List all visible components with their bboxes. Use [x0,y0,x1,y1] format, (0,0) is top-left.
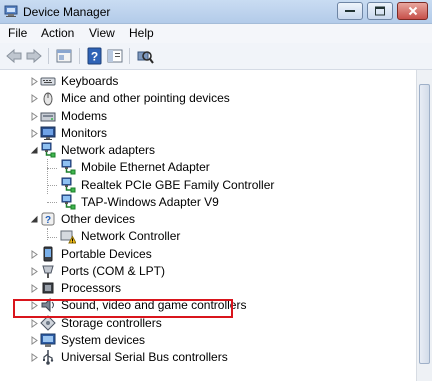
tree-item[interactable]: Realtek PCIe GBE Family Controller [0,177,410,194]
tree-item-label: Mobile Ethernet Adapter [81,160,210,175]
network-adapter-icon [61,159,76,175]
tree-item[interactable]: Portable Devices [0,246,410,263]
tree-item-label: System devices [61,332,146,347]
modem-icon [40,112,56,121]
menu-bar: File Action View Help [0,24,432,43]
expand-arrow-icon[interactable] [30,335,39,345]
monitor-icon [40,126,56,140]
highlight-box [13,299,233,318]
keyboard-icon [40,77,56,86]
tree-item-label: Ports (COM & LPT) [61,263,166,278]
tree-item-label: Network Controller [81,229,181,244]
minimize-button[interactable] [337,2,363,20]
properties-icon[interactable] [55,47,73,65]
close-icon [408,6,417,16]
tree-item[interactable]: Network adapters [0,142,410,159]
tree-item[interactable]: Ports (COM & LPT) [0,263,410,280]
tree-item[interactable]: Network Controller [0,228,410,245]
back-arrow-icon[interactable] [5,47,23,65]
menu-action[interactable]: Action [38,26,77,40]
svg-text:?: ? [91,50,98,64]
collapse-arrow-icon[interactable] [30,215,39,224]
tree-item-label: Monitors [61,125,108,140]
tree-item-label: Network adapters [61,143,156,157]
network-adapter-icon [61,194,76,210]
network-adapter-icon [41,142,56,158]
tree-item[interactable]: Monitors [0,125,410,142]
maximize-icon [375,6,385,16]
other-devices-icon: ? [41,212,55,226]
tree-item-label: TAP-Windows Adapter V9 [81,194,219,209]
tree-item[interactable]: System devices [0,332,410,349]
menu-file[interactable]: File [5,26,30,40]
menu-help[interactable]: Help [126,26,157,40]
show-hide-icon[interactable] [106,47,124,65]
tree-item[interactable]: Processors [0,280,410,297]
device-manager-app-icon [4,5,18,17]
svg-text:?: ? [45,215,51,226]
port-icon [42,265,54,278]
tree-item-label: Realtek PCIe GBE Family Controller [81,177,275,192]
device-tree: Keyboards Mice and other pointing devices… [0,70,416,381]
expand-arrow-icon[interactable] [30,249,39,259]
tree-item-label: Processors [61,281,122,295]
expand-arrow-icon[interactable] [30,128,39,138]
expand-arrow-icon[interactable] [30,111,39,121]
tree-item-label: Keyboards [61,74,119,88]
close-button[interactable] [397,2,428,20]
expand-arrow-icon[interactable] [30,94,39,104]
toolbar: ? [0,43,432,70]
title-bar: Device Manager [0,0,432,24]
minimize-icon [345,10,355,12]
tree-item[interactable]: Universal Serial Bus controllers [0,349,410,366]
tree-item-label: Universal Serial Bus controllers [61,350,228,364]
tree-item[interactable]: Modems [0,108,410,125]
tree-item-label: Modems [61,108,108,123]
tree-item-label: Portable Devices [61,246,152,261]
system-devices-icon [40,333,56,347]
help-icon[interactable]: ? [86,47,104,65]
tree-item[interactable]: Mobile Ethernet Adapter [0,159,410,176]
processor-icon [42,282,54,294]
usb-icon [43,350,54,365]
vertical-scrollbar[interactable] [416,70,432,381]
collapse-arrow-icon[interactable] [30,146,39,155]
expand-arrow-icon[interactable] [30,318,39,328]
warning-device-icon [60,230,76,244]
forward-arrow-icon[interactable] [25,47,43,65]
tree-item[interactable]: Mice and other pointing devices [0,90,410,107]
expand-arrow-icon[interactable] [30,353,39,362]
menu-view[interactable]: View [86,26,118,40]
mouse-icon [43,92,53,106]
expand-arrow-icon[interactable] [30,77,39,86]
tree-item-label: Other devices [61,212,136,226]
tree-item[interactable]: TAP-Windows Adapter V9 [0,194,410,211]
tree-item[interactable]: Keyboards [0,73,410,90]
expand-arrow-icon[interactable] [30,284,39,293]
portable-device-icon [43,246,53,261]
toolbar-separator [79,48,80,64]
tree-item[interactable]: ? Other devices [0,211,410,228]
scrollbar-thumb[interactable] [419,84,430,364]
toolbar-separator [129,48,130,64]
expand-arrow-icon[interactable] [30,266,39,276]
tree-item-label: Mice and other pointing devices [61,91,230,106]
window-title: Device Manager [23,5,111,19]
network-adapter-icon [61,177,76,192]
maximize-button[interactable] [367,2,393,20]
toolbar-separator [48,48,49,64]
scan-hardware-icon[interactable] [136,47,154,65]
